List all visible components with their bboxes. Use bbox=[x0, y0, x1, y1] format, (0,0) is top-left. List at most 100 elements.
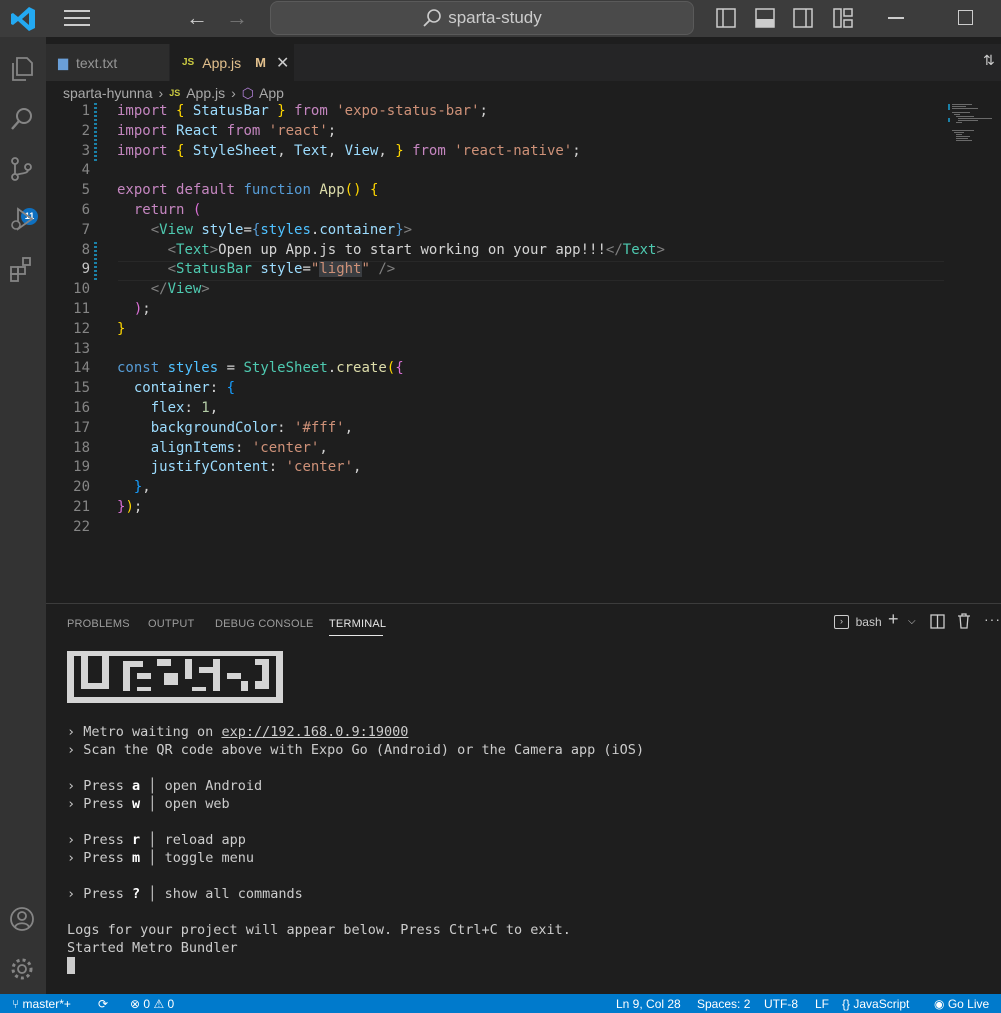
text-file-icon: ▆ bbox=[58, 54, 68, 70]
command-row: › Press w │ open web bbox=[67, 796, 230, 812]
cursor-position[interactable]: Ln 9, Col 28 bbox=[616, 997, 681, 1011]
language-label: JavaScript bbox=[853, 997, 910, 1011]
close-icon[interactable]: ✕ bbox=[276, 53, 289, 73]
language-mode[interactable]: {} JavaScript bbox=[842, 997, 909, 1011]
branch-status[interactable]: ⑂ master*+ bbox=[12, 997, 71, 1011]
search-text: sparta-study bbox=[448, 8, 542, 27]
minimap[interactable] bbox=[948, 103, 998, 153]
go-live-label: Go Live bbox=[947, 997, 990, 1011]
run-debug-icon[interactable] bbox=[8, 205, 36, 233]
tab-app-js[interactable]: JS App.js M ✕ bbox=[170, 44, 294, 81]
started-line: Started Metro Bundler bbox=[67, 940, 238, 956]
breadcrumb-folder[interactable]: sparta-hyunna bbox=[63, 85, 153, 101]
symbol-icon: ⬡ bbox=[241, 84, 255, 101]
problems-status[interactable]: ⊗ 0 ⚠ 0 bbox=[130, 997, 174, 1011]
sync-icon[interactable]: ⟳ bbox=[98, 997, 108, 1011]
terminal-icon: › bbox=[834, 614, 849, 629]
js-file-icon: JS bbox=[169, 88, 181, 98]
warning-icon: ⚠ bbox=[153, 997, 165, 1011]
toggle-panel-icon[interactable] bbox=[755, 8, 775, 28]
go-live-button[interactable]: ◉ Go Live bbox=[934, 997, 989, 1011]
warning-count: 0 bbox=[167, 997, 175, 1011]
vscode-logo-icon[interactable] bbox=[10, 6, 36, 32]
command-key: r bbox=[132, 832, 141, 848]
braces-icon: {} bbox=[842, 997, 851, 1011]
bottom-panel: PROBLEMS OUTPUT DEBUG CONSOLE TERMINAL ›… bbox=[46, 603, 1001, 994]
error-icon: ⊗ bbox=[130, 997, 141, 1011]
encoding[interactable]: UTF-8 bbox=[764, 997, 798, 1011]
command-desc: open web bbox=[164, 796, 230, 812]
title-bar: ← → sparta-study bbox=[0, 0, 1001, 37]
command-desc: show all commands bbox=[164, 886, 303, 902]
tab-text-txt[interactable]: ▆ text.txt bbox=[46, 44, 169, 81]
command-desc: reload app bbox=[164, 832, 246, 848]
forward-arrow-icon[interactable]: → bbox=[226, 7, 248, 29]
maximize-button[interactable] bbox=[958, 10, 973, 25]
indentation[interactable]: Spaces: 2 bbox=[697, 997, 750, 1011]
code-editor[interactable]: 1 2 3 4 5 6 7 8 9 10 11 12 13 14 15 16 17 18 19 20 21 22 impo… bbox=[46, 103, 946, 603]
line-number: 4 bbox=[46, 162, 946, 182]
js-file-icon: JS bbox=[182, 57, 195, 68]
command-key: a bbox=[132, 778, 141, 794]
scan-line: › Scan the QR code above with Expo Go (A… bbox=[67, 742, 645, 758]
status-bar: ⑂ master*+ ⟳ ⊗ 0 ⚠ 0 Ln 9, Col 28 Spaces… bbox=[0, 994, 1001, 1013]
tab-problems[interactable]: PROBLEMS bbox=[67, 618, 130, 630]
command-key: m bbox=[132, 850, 141, 866]
command-key: ? bbox=[132, 886, 141, 902]
minimize-button[interactable] bbox=[888, 17, 904, 19]
metro-url-link[interactable]: exp://192.168.0.9:19000 bbox=[221, 724, 408, 740]
menu-icon[interactable] bbox=[64, 10, 90, 28]
tab-terminal[interactable]: TERMINAL bbox=[329, 618, 386, 630]
compare-changes-icon[interactable]: ⇅ bbox=[983, 52, 995, 69]
editor-tab-bar: ▆ text.txt JS App.js M ✕ bbox=[46, 44, 1001, 81]
back-arrow-icon[interactable]: ← bbox=[186, 7, 208, 29]
command-row: › Press r │ reload app bbox=[67, 832, 246, 848]
more-actions-icon[interactable]: ··· bbox=[984, 611, 1001, 627]
breadcrumb: sparta-hyunna › JS App.js › ⬡ App bbox=[63, 84, 284, 102]
command-row: › Press a │ open Android bbox=[67, 778, 263, 794]
modified-indicator: M bbox=[255, 55, 266, 70]
end-of-line[interactable]: LF bbox=[815, 997, 829, 1011]
qr-code-image bbox=[67, 651, 283, 703]
command-row: › Press m │ toggle menu bbox=[67, 850, 254, 866]
customize-layout-icon[interactable] bbox=[833, 8, 853, 28]
tab-label: App.js bbox=[202, 54, 242, 71]
terminal-cursor bbox=[67, 957, 75, 974]
metro-prefix: › Metro waiting on bbox=[67, 724, 222, 740]
command-row: › Press ? │ show all commands bbox=[67, 886, 303, 902]
toggle-sidebar-icon[interactable] bbox=[716, 8, 736, 28]
line-number: 22 bbox=[46, 519, 946, 539]
tab-output[interactable]: OUTPUT bbox=[148, 618, 194, 630]
active-tab-indicator bbox=[329, 635, 383, 636]
line-number: 13 bbox=[46, 341, 946, 361]
command-desc: toggle menu bbox=[164, 850, 254, 866]
extensions-icon[interactable] bbox=[8, 255, 36, 283]
command-center-search[interactable]: sparta-study bbox=[270, 1, 694, 35]
split-terminal-icon[interactable] bbox=[930, 614, 945, 629]
activity-bar: 11 bbox=[0, 37, 46, 994]
tab-debug-console[interactable]: DEBUG CONSOLE bbox=[215, 618, 314, 630]
search-sidebar-icon[interactable] bbox=[8, 105, 36, 133]
line-number-label: 13 bbox=[73, 340, 90, 357]
logs-line: Logs for your project will appear below.… bbox=[67, 922, 571, 938]
chevron-right-icon: › bbox=[231, 85, 236, 101]
toggle-secondary-sidebar-icon[interactable] bbox=[793, 8, 813, 28]
chevron-down-icon[interactable]: ⌵ bbox=[908, 616, 916, 627]
search-icon bbox=[423, 9, 442, 27]
tab-label: text.txt bbox=[76, 54, 118, 71]
branch-icon: ⑂ bbox=[12, 997, 20, 1011]
metro-line: › Metro waiting on exp://192.168.0.9:190… bbox=[67, 724, 408, 742]
new-terminal-plus-icon[interactable]: + bbox=[888, 609, 899, 630]
source-control-icon[interactable] bbox=[8, 155, 36, 183]
trash-icon[interactable] bbox=[957, 613, 971, 629]
terminal-shell-selector[interactable]: › bash bbox=[834, 613, 882, 629]
error-count: 0 bbox=[143, 997, 151, 1011]
accounts-icon[interactable] bbox=[8, 905, 36, 933]
shell-label: bash bbox=[855, 614, 882, 629]
breadcrumb-file[interactable]: App.js bbox=[186, 85, 225, 101]
manage-gear-icon[interactable] bbox=[8, 955, 36, 983]
broadcast-icon: ◉ bbox=[934, 997, 945, 1011]
explorer-icon[interactable] bbox=[8, 55, 36, 83]
breadcrumb-symbol[interactable]: App bbox=[259, 85, 284, 101]
command-key: w bbox=[132, 796, 141, 812]
